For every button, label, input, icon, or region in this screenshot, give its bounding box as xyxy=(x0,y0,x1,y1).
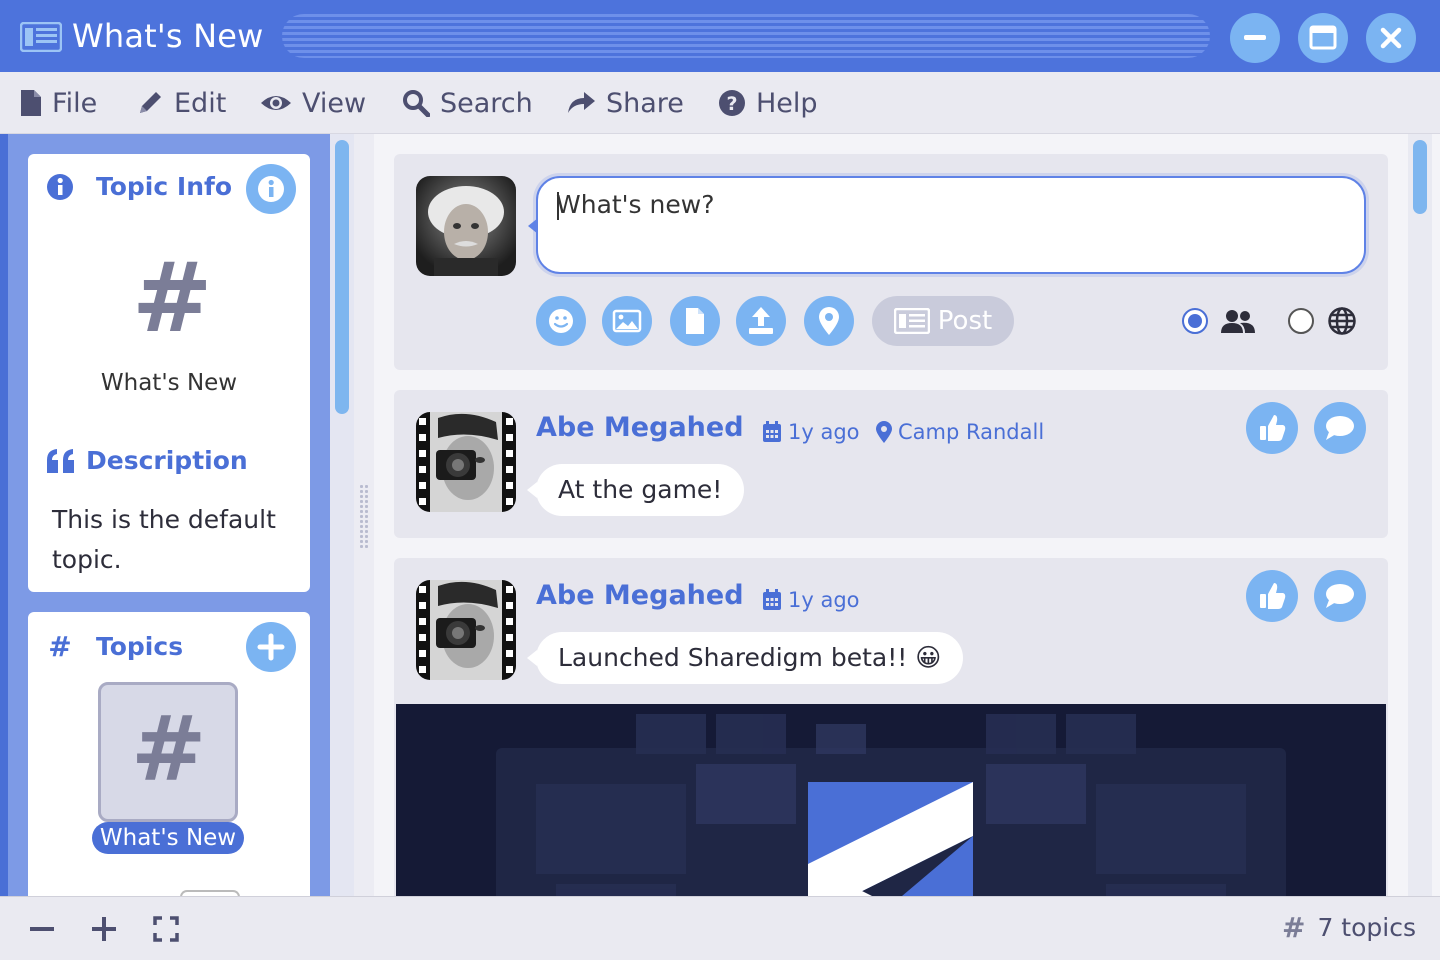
post-message: Launched Sharedigm beta!! 😀 xyxy=(526,632,964,684)
title-bar[interactable]: What's New xyxy=(0,0,1440,72)
topic-info-button[interactable] xyxy=(246,164,296,214)
pencil-icon xyxy=(140,92,161,113)
comment-icon xyxy=(1326,584,1354,608)
image-icon xyxy=(612,309,642,333)
topic-tile[interactable]: # xyxy=(98,682,238,822)
zoom-in-icon[interactable] xyxy=(88,913,120,945)
sidebar: Topic Info # What's New Description This… xyxy=(8,134,354,896)
feed: What's new? Post Abe Megahed 1y ago Camp… xyxy=(374,134,1440,896)
minimize-icon xyxy=(1244,35,1266,40)
post-author[interactable]: Abe Megahed xyxy=(536,412,744,443)
post-image[interactable] xyxy=(396,704,1386,896)
comment-button[interactable] xyxy=(1314,402,1366,454)
hash-icon: # xyxy=(1281,911,1306,944)
file-icon xyxy=(21,90,41,116)
topic-hash-icon: # xyxy=(132,242,213,354)
minimize-button[interactable] xyxy=(1230,13,1280,63)
calendar-icon xyxy=(763,421,781,442)
topic-hash-icon: # xyxy=(131,697,207,802)
image-button[interactable] xyxy=(602,296,652,346)
smile-icon xyxy=(549,309,573,333)
eye-icon xyxy=(261,96,291,110)
visibility-public-radio[interactable] xyxy=(1288,308,1314,334)
quote-icon xyxy=(47,448,74,473)
map-pin-icon xyxy=(819,307,839,335)
info-icon xyxy=(47,173,73,200)
sidebar-scroll-thumb[interactable] xyxy=(335,140,349,414)
menu-file[interactable]: File xyxy=(20,72,97,134)
thumbs-up-icon xyxy=(1260,415,1286,441)
map-pin-icon xyxy=(876,421,892,443)
like-button[interactable] xyxy=(1246,570,1298,622)
emoji-button[interactable] xyxy=(536,296,586,346)
add-topic-button[interactable] xyxy=(246,622,296,672)
menu-edit[interactable]: Edit xyxy=(136,72,226,134)
topic-info-panel: Topic Info # What's New Description This… xyxy=(28,154,310,592)
description-heading: Description xyxy=(86,446,248,475)
feed-scrollbar[interactable] xyxy=(1408,134,1432,896)
calendar-icon xyxy=(763,589,781,610)
globe-icon xyxy=(1328,307,1356,335)
text-caret xyxy=(557,192,559,220)
close-icon xyxy=(1380,27,1402,49)
topic-name: What's New xyxy=(100,370,238,396)
post-location[interactable]: Camp Randall xyxy=(876,420,1044,444)
search-icon xyxy=(403,90,430,117)
author-avatar[interactable] xyxy=(416,580,516,680)
author-avatar[interactable] xyxy=(416,412,516,512)
topic-tile-label[interactable]: What's New xyxy=(92,822,244,854)
post-composer: What's new? Post xyxy=(394,154,1388,370)
menu-view[interactable]: View xyxy=(260,72,366,134)
comment-icon xyxy=(1326,416,1354,440)
comment-button[interactable] xyxy=(1314,570,1366,622)
menu-help[interactable]: ? Help xyxy=(718,72,818,134)
file-icon xyxy=(686,308,704,334)
post-input[interactable]: What's new? xyxy=(528,176,1366,274)
user-avatar[interactable] xyxy=(416,176,516,276)
location-button[interactable] xyxy=(804,296,854,346)
menu-share[interactable]: Share xyxy=(566,72,684,134)
svg-text:?: ? xyxy=(726,93,737,115)
like-button[interactable] xyxy=(1246,402,1298,454)
news-icon xyxy=(893,308,930,334)
post-button[interactable]: Post xyxy=(872,296,1014,346)
group-icon xyxy=(1221,310,1255,333)
topics-heading: Topics xyxy=(96,632,184,661)
attach-file-button[interactable] xyxy=(670,296,720,346)
menu-search[interactable]: Search xyxy=(402,72,533,134)
post-author[interactable]: Abe Megahed xyxy=(536,580,744,611)
maximize-icon xyxy=(1309,25,1337,50)
post-message: At the game! xyxy=(526,464,745,516)
post-time: 1y ago xyxy=(762,420,860,444)
topic-info-heading: Topic Info xyxy=(96,172,233,201)
upload-icon xyxy=(749,307,773,334)
help-icon: ? xyxy=(719,90,745,116)
fullscreen-icon[interactable] xyxy=(150,913,182,945)
hash-icon: # xyxy=(48,630,72,663)
window-title: What's New xyxy=(72,17,264,55)
title-drag-area[interactable] xyxy=(282,14,1210,58)
post-item: Abe Megahed 1y ago Camp Randall At the g… xyxy=(394,390,1388,538)
sidebar-scrollbar[interactable] xyxy=(330,134,354,896)
visibility-friends-radio[interactable] xyxy=(1182,308,1208,334)
splitter[interactable] xyxy=(354,134,374,896)
splitter-grip[interactable] xyxy=(359,484,369,548)
topic-description: This is the default topic. xyxy=(52,505,276,574)
maximize-button[interactable] xyxy=(1298,13,1348,63)
feed-scroll-thumb[interactable] xyxy=(1413,140,1427,214)
share-icon xyxy=(568,92,595,113)
menu-bar: File Edit View Search Share ? Help xyxy=(0,72,1440,134)
post-item: Abe Megahed 1y ago Launched Sharedigm be… xyxy=(394,558,1388,896)
thumbs-up-icon xyxy=(1260,583,1286,609)
topic-count: # 7 topics xyxy=(1281,911,1416,944)
zoom-out-icon[interactable] xyxy=(26,913,58,945)
topics-panel: # Topics # What's New xyxy=(28,612,310,896)
plus-icon xyxy=(257,633,285,661)
close-button[interactable] xyxy=(1366,13,1416,63)
post-time: 1y ago xyxy=(762,588,860,612)
info-icon xyxy=(258,176,284,202)
news-icon xyxy=(20,22,62,52)
status-bar: # 7 topics xyxy=(0,896,1440,960)
upload-button[interactable] xyxy=(736,296,786,346)
